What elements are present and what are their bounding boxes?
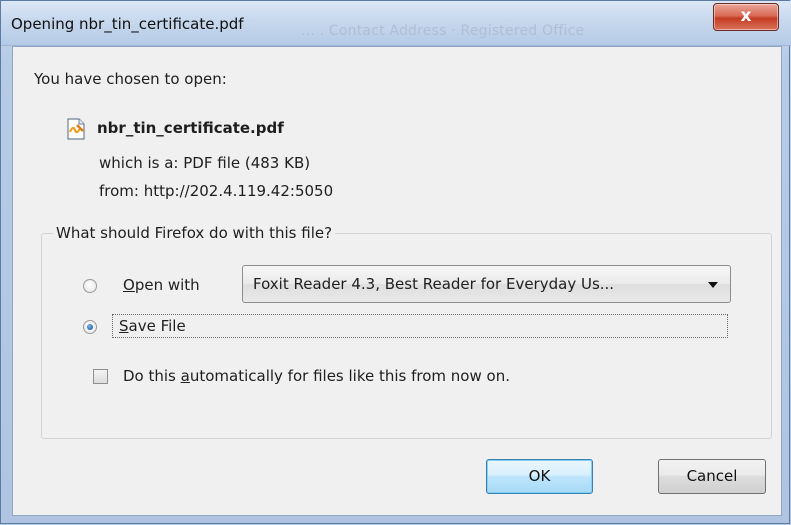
close-icon: x	[740, 6, 752, 26]
window-title: Opening nbr_tin_certificate.pdf	[11, 15, 244, 33]
pdf-file-icon	[67, 118, 85, 140]
title-bar[interactable]: Opening nbr_tin_certificate.pdf ... . Co…	[1, 1, 791, 46]
file-source-value: http://202.4.119.42:5050	[143, 182, 334, 200]
ok-button[interactable]: OK	[486, 459, 593, 494]
save-file-focus-ring	[112, 314, 728, 338]
open-with-app-value: Foxit Reader 4.3, Best Reader for Everyd…	[253, 275, 615, 293]
file-type-value: PDF file (483 KB)	[183, 154, 311, 172]
file-type-label: which is a:	[99, 154, 179, 172]
dialog-body: You have chosen to open: nbr_tin_certifi…	[12, 46, 782, 516]
file-type-row: which is a: PDF file (483 KB)	[99, 154, 310, 172]
file-name: nbr_tin_certificate.pdf	[97, 119, 284, 137]
file-source-row: from: http://202.4.119.42:5050	[99, 182, 333, 200]
intro-text: You have chosen to open:	[34, 70, 227, 88]
dialog-window: Opening nbr_tin_certificate.pdf ... . Co…	[0, 0, 791, 524]
auto-action-checkbox[interactable]	[93, 369, 108, 384]
cancel-button[interactable]: Cancel	[658, 459, 766, 494]
action-group-label: What should Firefox do with this file?	[53, 224, 336, 242]
background-window-text: ... . Contact Address · Registered Offic…	[301, 23, 585, 39]
save-file-label[interactable]: Save File	[119, 317, 186, 335]
file-source-label: from:	[99, 182, 139, 200]
chevron-down-icon	[708, 282, 718, 288]
close-button[interactable]: x	[713, 3, 779, 31]
save-file-radio[interactable]	[83, 320, 97, 334]
auto-action-label[interactable]: Do this automatically for files like thi…	[123, 367, 510, 385]
open-with-app-select[interactable]: Foxit Reader 4.3, Best Reader for Everyd…	[242, 265, 731, 303]
open-with-radio[interactable]	[83, 279, 97, 293]
open-with-label[interactable]: Open with	[123, 276, 200, 294]
